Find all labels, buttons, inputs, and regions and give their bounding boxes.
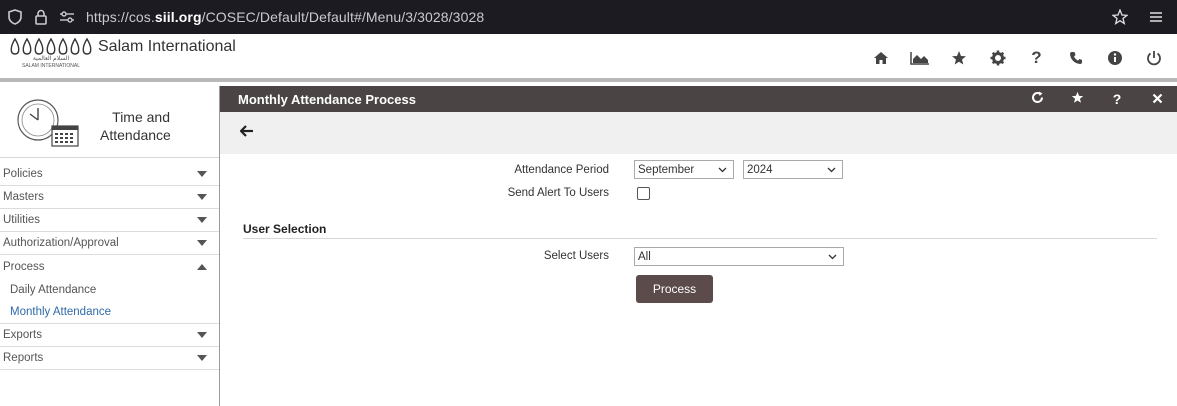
app-header: السلام العالمية SALAM INTERNATIONAL Sala… [0, 34, 1177, 82]
info-icon[interactable] [1095, 46, 1134, 70]
chevron-down-icon [827, 165, 836, 175]
sidebar-item-authorization[interactable]: Authorization/Approval [0, 232, 219, 255]
module-header[interactable]: Time and Attendance [0, 86, 219, 158]
help-question-icon[interactable]: ? [1017, 46, 1056, 70]
clock-calendar-icon [17, 99, 79, 147]
logo-caption-en: SALAM INTERNATIONAL [22, 63, 80, 69]
page-title: Monthly Attendance Process [238, 91, 416, 107]
area-chart-icon[interactable] [900, 46, 939, 70]
year-select[interactable]: 2024 [743, 160, 843, 179]
section-divider [243, 238, 1157, 239]
logo-caption-ar: السلام العالمية [32, 56, 70, 62]
lock-icon[interactable] [30, 6, 52, 28]
sidebar-item-label: Exports [3, 329, 42, 341]
power-logout-icon[interactable] [1134, 46, 1173, 70]
sidebar-subitem-monthly-attendance[interactable]: Monthly Attendance [0, 301, 219, 324]
chevron-down-icon [197, 240, 207, 246]
sidebar-item-label: Utilities [3, 214, 41, 226]
module-title: Time and Attendance [100, 108, 171, 144]
sidebar-item-process[interactable]: Process [0, 255, 219, 278]
select-users-label: Select Users [543, 250, 609, 262]
back-bar [220, 112, 1177, 154]
sidebar-item-label: Authorization/Approval [3, 237, 119, 249]
sidebar-item-masters[interactable]: Masters [0, 186, 219, 209]
settings-gear-icon[interactable] [978, 46, 1017, 70]
page-title-bar: Monthly Attendance Process ? [220, 86, 1177, 112]
phone-icon[interactable] [1056, 46, 1095, 70]
url-path: /COSEC/Default/Default#/Menu/3/3028/3028 [201, 9, 485, 25]
process-button[interactable]: Process [636, 275, 713, 303]
shield-icon[interactable] [4, 6, 26, 28]
bookmark-star-icon[interactable] [1109, 6, 1131, 28]
permissions-icon[interactable] [56, 6, 78, 28]
sidebar-item-reports[interactable]: Reports [0, 347, 219, 370]
chevron-down-icon [197, 171, 207, 177]
chevron-down-icon [197, 194, 207, 200]
chevron-up-icon [197, 263, 207, 270]
chevron-down-icon [197, 332, 207, 338]
attendance-period-label: Attendance Period [514, 164, 609, 176]
sidebar-item-utilities[interactable]: Utilities [0, 209, 219, 232]
home-icon[interactable] [861, 46, 900, 70]
month-select[interactable]: September [634, 160, 734, 179]
year-select-value: 2024 [747, 163, 773, 176]
module-title-line2: Attendance [100, 127, 171, 143]
send-alert-checkbox[interactable] [637, 187, 650, 200]
address-bar[interactable]: https://cos.siil.org/COSEC/Default/Defau… [86, 9, 484, 25]
chevron-down-icon [197, 355, 207, 361]
chevron-down-icon [197, 217, 207, 223]
module-title-line1: Time and [112, 109, 170, 125]
header-toolbar: ? [861, 46, 1173, 70]
company-name: Salam International [98, 38, 236, 55]
sidebar-subitem-daily-attendance[interactable]: Daily Attendance [0, 278, 219, 301]
select-users-value: All [638, 250, 651, 263]
company-logo[interactable]: السلام العالمية SALAM INTERNATIONAL [6, 34, 96, 78]
url-prefix: https://cos. [86, 9, 155, 25]
logo-drops-icon [10, 37, 92, 55]
refresh-icon[interactable] [1017, 91, 1057, 107]
month-select-value: September [638, 163, 695, 176]
user-selection-title: User Selection [243, 222, 327, 236]
main-panel: Monthly Attendance Process ? Attendance … [220, 86, 1177, 406]
menu-icon[interactable] [1145, 6, 1167, 28]
sidebar-item-exports[interactable]: Exports [0, 324, 219, 347]
sidebar-item-policies[interactable]: Policies [0, 163, 219, 186]
sidebar-item-label: Masters [3, 191, 44, 203]
back-arrow-icon[interactable] [239, 124, 254, 142]
browser-toolbar: https://cos.siil.org/COSEC/Default/Defau… [0, 0, 1177, 34]
chevron-down-icon [828, 252, 837, 262]
sidebar-item-label: Reports [3, 352, 44, 364]
url-domain: siil.org [154, 9, 202, 25]
sidebar-item-label: Policies [3, 168, 43, 180]
chevron-down-icon [718, 165, 727, 175]
sidebar-item-label: Process [3, 260, 45, 273]
close-icon[interactable] [1137, 91, 1177, 107]
sidebar: Time and Attendance Policies Masters Uti… [0, 86, 220, 406]
favorite-star-icon[interactable] [1057, 91, 1097, 107]
send-alert-label: Send Alert To Users [507, 187, 609, 199]
help-question-icon[interactable]: ? [1097, 91, 1137, 107]
select-users-dropdown[interactable]: All [634, 247, 844, 266]
favorites-star-icon[interactable] [939, 46, 978, 70]
